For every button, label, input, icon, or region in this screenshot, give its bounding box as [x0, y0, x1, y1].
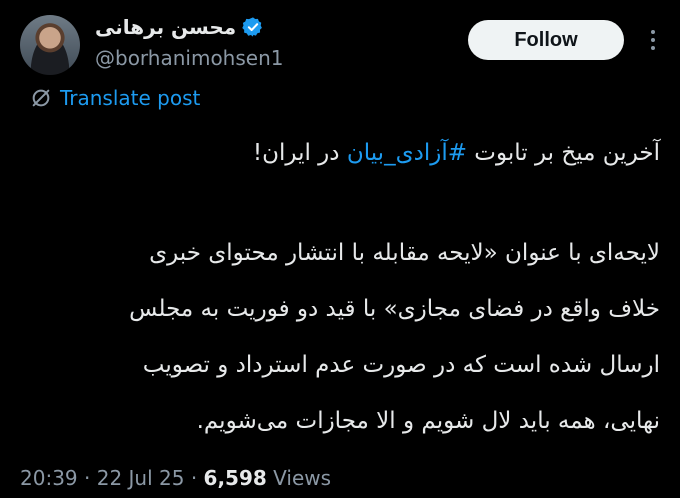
author-display-name[interactable]: محسن برهانی: [95, 15, 236, 39]
tweet-time[interactable]: 20:39: [20, 466, 78, 490]
verified-badge-icon: [242, 17, 263, 37]
translate-post-link[interactable]: Translate post: [30, 86, 200, 110]
views-label: Views: [273, 466, 332, 490]
more-options-icon[interactable]: [643, 26, 663, 54]
tweet-line-4: ارسال شده است که در صورت عدم استرداد و ت…: [142, 352, 660, 378]
avatar[interactable]: [20, 15, 80, 75]
translate-icon: [32, 89, 50, 107]
follow-button[interactable]: Follow: [468, 20, 624, 60]
author-handle[interactable]: @borhanimohsen1: [95, 46, 284, 70]
tweet-line-2: لایحه‌ای با عنوان «لایحه مقابله با انتشا…: [149, 240, 660, 266]
tweet-date[interactable]: 22 Jul 25: [97, 466, 185, 490]
hashtag-link[interactable]: #آزادی_بیان: [347, 140, 467, 166]
author-name-row[interactable]: محسن برهانی: [95, 12, 264, 42]
tweet-line-3: خلاف واقع در فضای مجازی» با قید دو فوریت…: [129, 296, 660, 322]
tweet-line-1: آخرین میخ بر تابوت #آزادی_بیان در ایران!: [252, 140, 660, 166]
tweet-line-5: نهایی، همه باید لال شویم و الا مجازات می…: [196, 408, 660, 434]
tweet-meta: 20:39 · 22 Jul 25 · 6,598 Views: [20, 466, 332, 490]
translate-label: Translate post: [60, 86, 201, 110]
views-count[interactable]: 6,598: [204, 466, 267, 490]
